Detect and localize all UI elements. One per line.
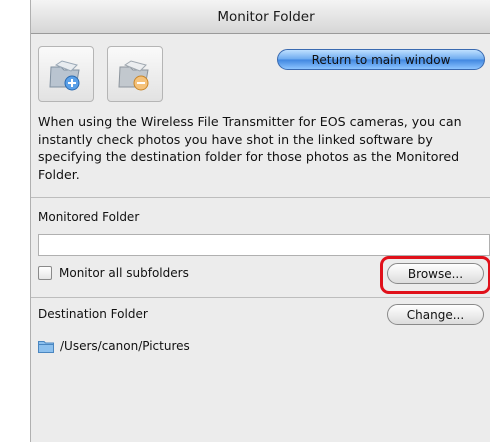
browse-button[interactable]: Browse... <box>387 263 484 284</box>
folder-icon <box>38 341 54 353</box>
change-button[interactable]: Change... <box>387 304 484 325</box>
destination-folder-label: Destination Folder <box>38 307 148 321</box>
monitor-subfolders-label: Monitor all subfolders <box>59 266 189 280</box>
remove-folder-button[interactable] <box>107 46 163 102</box>
destination-path-text: /Users/canon/Pictures <box>60 339 190 353</box>
change-button-label: Change... <box>406 307 465 322</box>
remove-folder-icon <box>118 60 149 91</box>
divider <box>31 197 490 198</box>
return-button-label: Return to main window <box>311 52 451 67</box>
monitor-folder-window: Monitor Folder Return to main window Whe… <box>30 0 490 442</box>
add-folder-icon <box>49 60 80 91</box>
title-bar: Monitor Folder <box>31 0 490 34</box>
browse-button-label: Browse... <box>407 266 464 281</box>
monitored-folder-field[interactable] <box>38 234 490 256</box>
divider <box>31 297 490 298</box>
destination-path: /Users/canon/Pictures <box>38 339 190 353</box>
description-text: When using the Wireless File Transmitter… <box>38 114 462 182</box>
monitor-subfolders-checkbox[interactable] <box>38 266 52 280</box>
add-folder-button[interactable] <box>38 46 94 102</box>
return-to-main-window-button[interactable]: Return to main window <box>277 49 485 70</box>
window-title: Monitor Folder <box>217 8 315 25</box>
monitored-folder-label: Monitored Folder <box>38 210 140 224</box>
